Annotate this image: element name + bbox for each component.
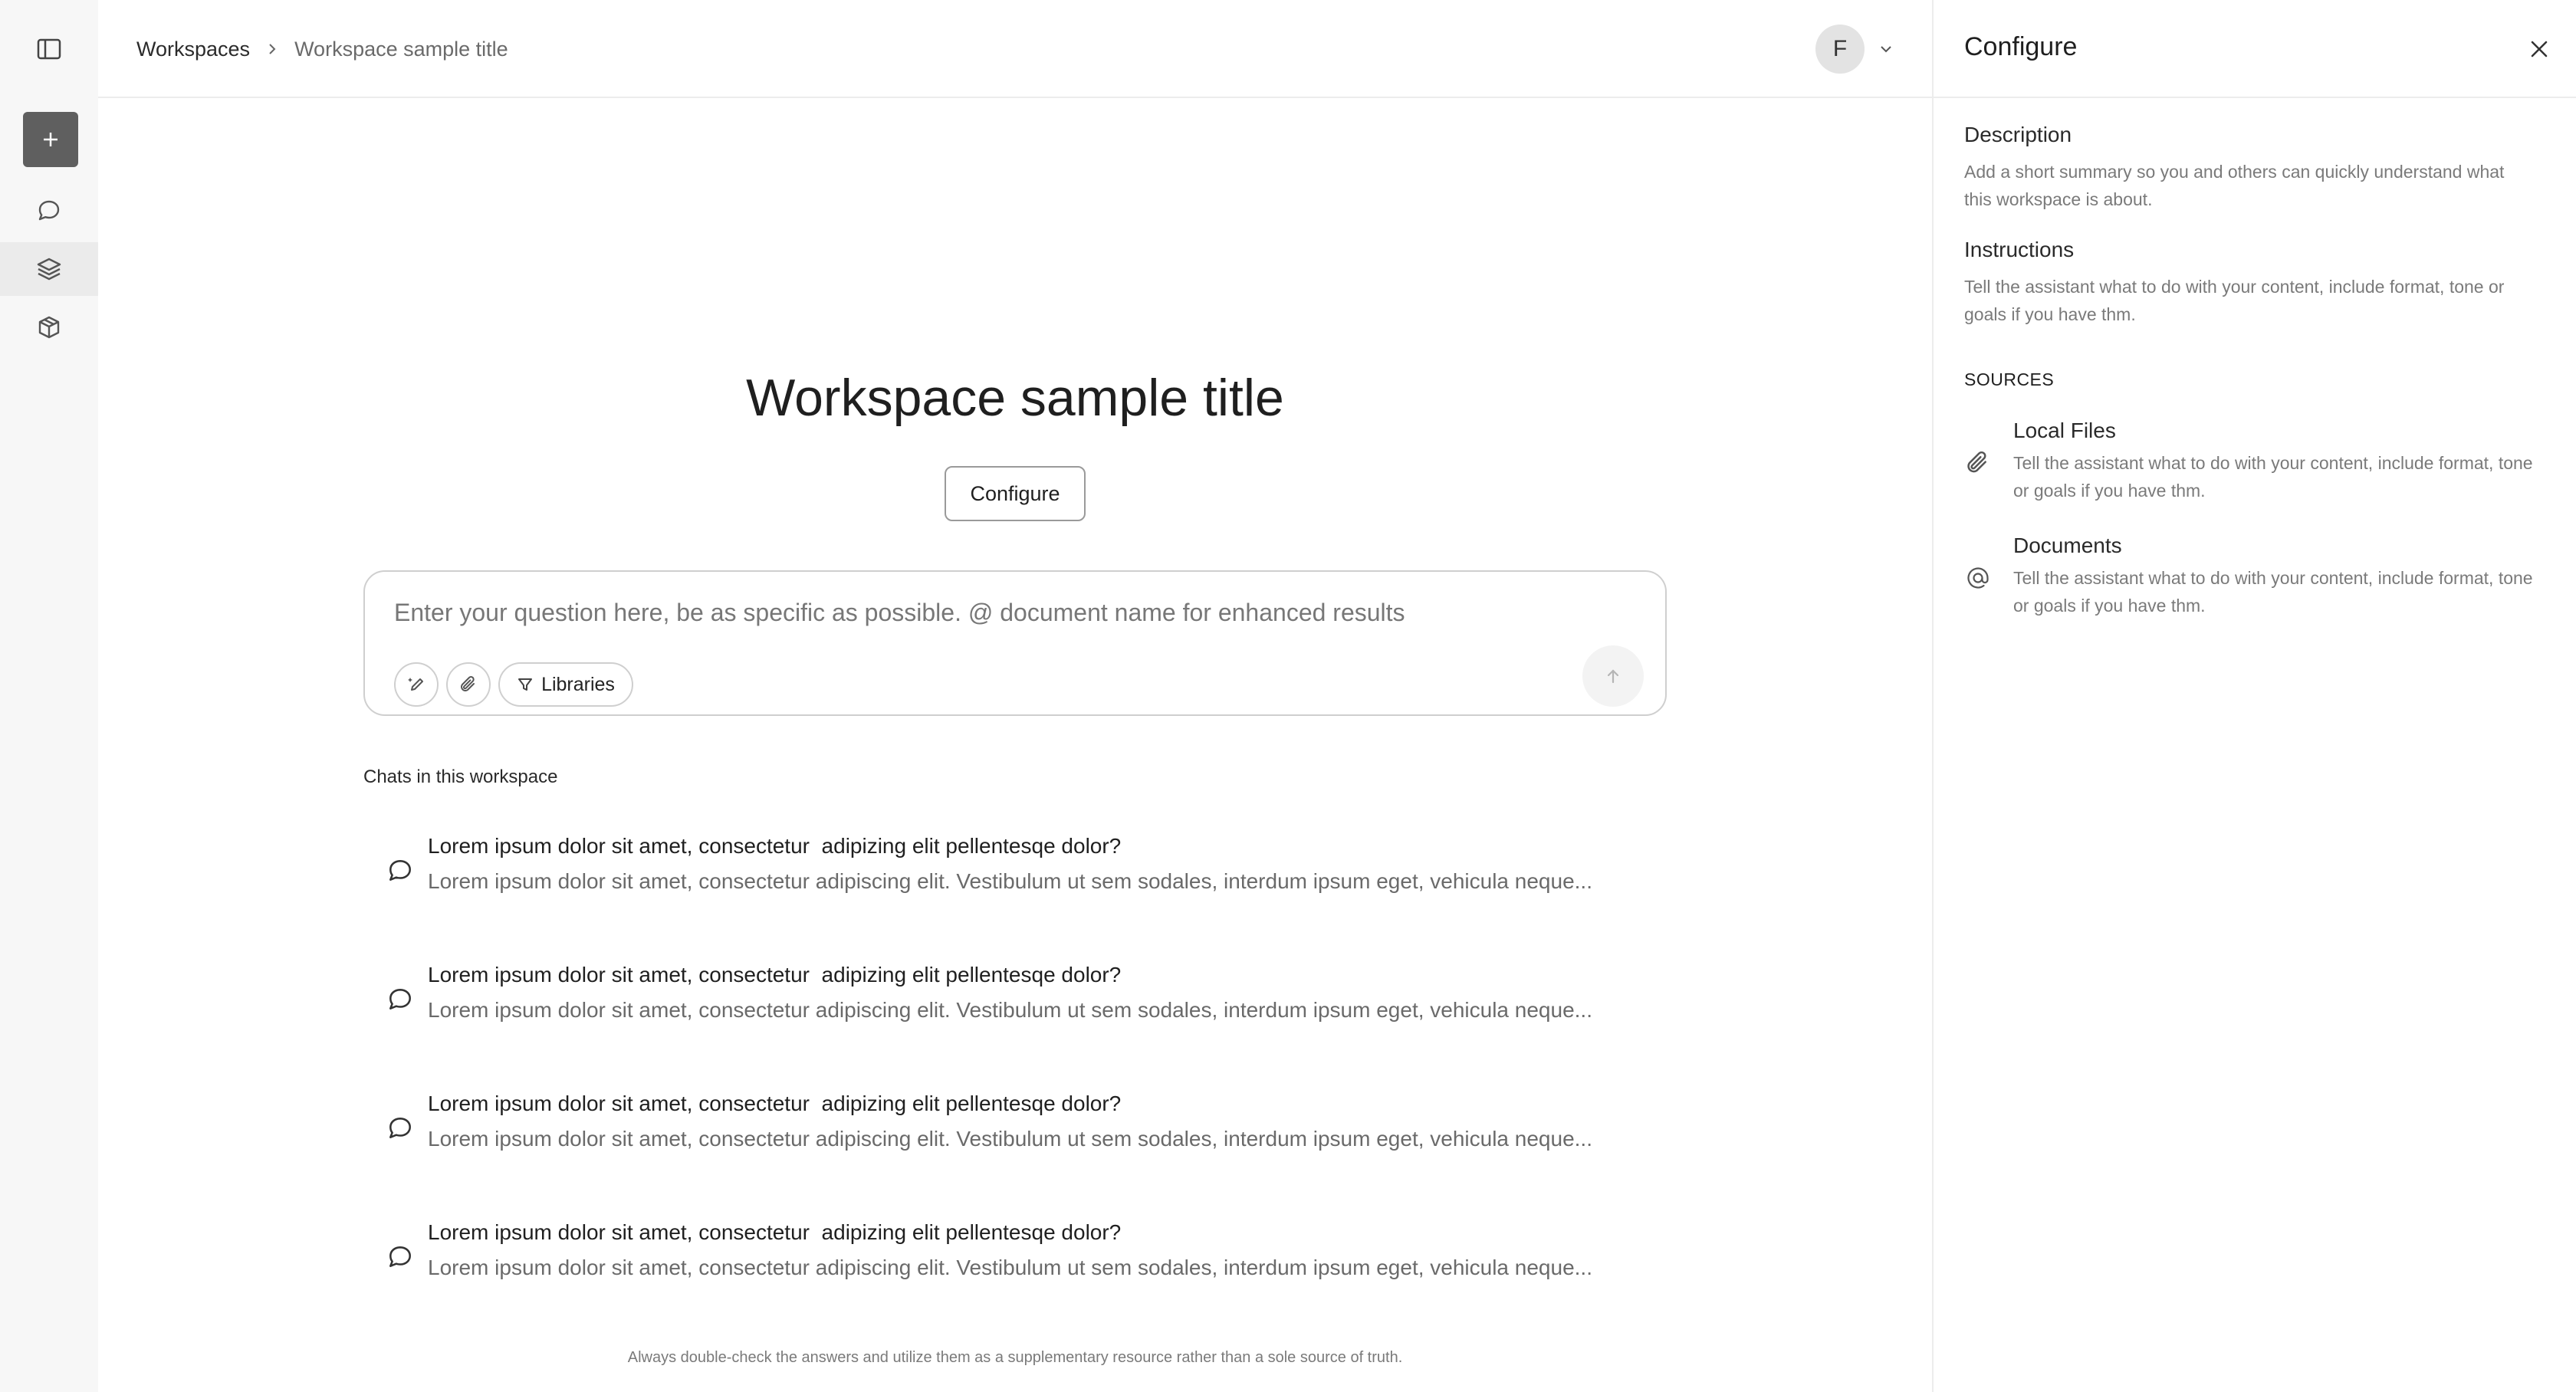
chat-list-item[interactable]: Lorem ipsum dolor sit amet, consectetur … [363,1090,1682,1174]
panel-title: Configure [1964,32,2078,61]
avatar[interactable]: F [1815,25,1865,74]
layers-icon [35,255,63,283]
rail-item-chats[interactable] [0,184,98,238]
sidebar-toggle-icon[interactable] [34,34,64,64]
send-button[interactable] [1582,645,1644,707]
source-description: Tell the assistant what to do with your … [2013,568,2533,616]
chat-bubble-icon [386,1115,417,1145]
chat-preview: Lorem ipsum dolor sit amet, consectetur … [428,1256,1592,1279]
chat-title: Lorem ipsum dolor sit amet, consectetur … [428,834,1122,858]
instructions-text[interactable]: Tell the assistant what to do with your … [1964,273,2516,328]
libraries-label: Libraries [541,673,615,695]
chat-preview: Lorem ipsum dolor sit amet, consectetur … [428,1127,1592,1151]
source-description: Tell the assistant what to do with your … [2013,453,2533,501]
chats-heading: Chats in this workspace [363,767,558,787]
chat-bubble-icon [386,857,417,888]
app-window: Workspaces Workspace sample title F Work… [0,0,2576,1392]
rail-item-workspaces[interactable] [0,242,98,296]
prompt-tool-button[interactable] [394,662,439,707]
main-content: Workspace sample title Configure Enter y… [98,100,1932,1392]
breadcrumb: Workspaces Workspace sample title [136,34,508,64]
disclaimer: Always double-check the answers and util… [627,1349,1403,1366]
instructions-label[interactable]: Instructions [1964,238,2074,262]
plus-icon [39,128,62,151]
source-local-files[interactable]: Local Files Tell the assistant what to d… [1934,419,2576,518]
panel-header: Configure [1934,0,2576,98]
cube-icon [36,314,62,340]
chat-preview: Lorem ipsum dolor sit amet, consectetur … [428,998,1592,1022]
at-sign-icon [1964,564,1992,592]
paperclip-icon [1964,449,1992,477]
source-title: Documents [2013,533,2122,557]
breadcrumb-current: Workspace sample title [294,37,508,61]
chat-preview: Lorem ipsum dolor sit amet, consectetur … [428,869,1592,893]
chat-bubble-icon [386,986,417,1016]
chat-list-item[interactable]: Lorem ipsum dolor sit amet, consectetur … [363,832,1682,917]
breadcrumb-workspaces-link[interactable]: Workspaces [136,38,250,61]
chevron-down-icon[interactable] [1878,41,1894,57]
attach-button[interactable] [446,662,491,707]
arrow-up-icon [1602,665,1624,687]
sources-heading: SOURCES [1964,369,2055,389]
left-rail [0,0,98,1392]
question-input[interactable] [394,593,1621,632]
chat-bubble-icon [36,198,62,224]
rail-item-apps[interactable] [0,300,98,354]
chat-bubble-icon [386,1243,417,1274]
configure-panel: Configure Description Add a short summar… [1932,0,2576,1392]
filter-icon [517,676,534,693]
chat-list-item[interactable]: Lorem ipsum dolor sit amet, consectetur … [363,1219,1682,1303]
user-menu[interactable]: F [1815,25,1894,74]
description-text[interactable]: Add a short summary so you and others ca… [1964,158,2516,213]
paperclip-icon [458,675,478,694]
composer: Libraries [363,570,1667,716]
chat-title: Lorem ipsum dolor sit amet, consectetur … [428,963,1122,987]
source-documents[interactable]: Documents Tell the assistant what to do … [1934,533,2576,633]
source-title: Local Files [2013,419,2116,442]
chat-title: Lorem ipsum dolor sit amet, consectetur … [428,1092,1122,1115]
libraries-filter-button[interactable]: Libraries [498,662,633,707]
close-icon[interactable] [2524,34,2555,64]
chat-title: Lorem ipsum dolor sit amet, consectetur … [428,1220,1122,1244]
configure-button[interactable]: Configure [945,466,1086,521]
magic-pen-icon [406,674,427,695]
top-header: Workspaces Workspace sample title F [98,0,1932,98]
chat-list-item[interactable]: Lorem ipsum dolor sit amet, consectetur … [363,961,1682,1046]
description-label[interactable]: Description [1964,123,2072,147]
chevron-right-icon [265,42,279,56]
new-chat-button[interactable] [23,112,78,167]
page-title: Workspace sample title [746,369,1284,427]
